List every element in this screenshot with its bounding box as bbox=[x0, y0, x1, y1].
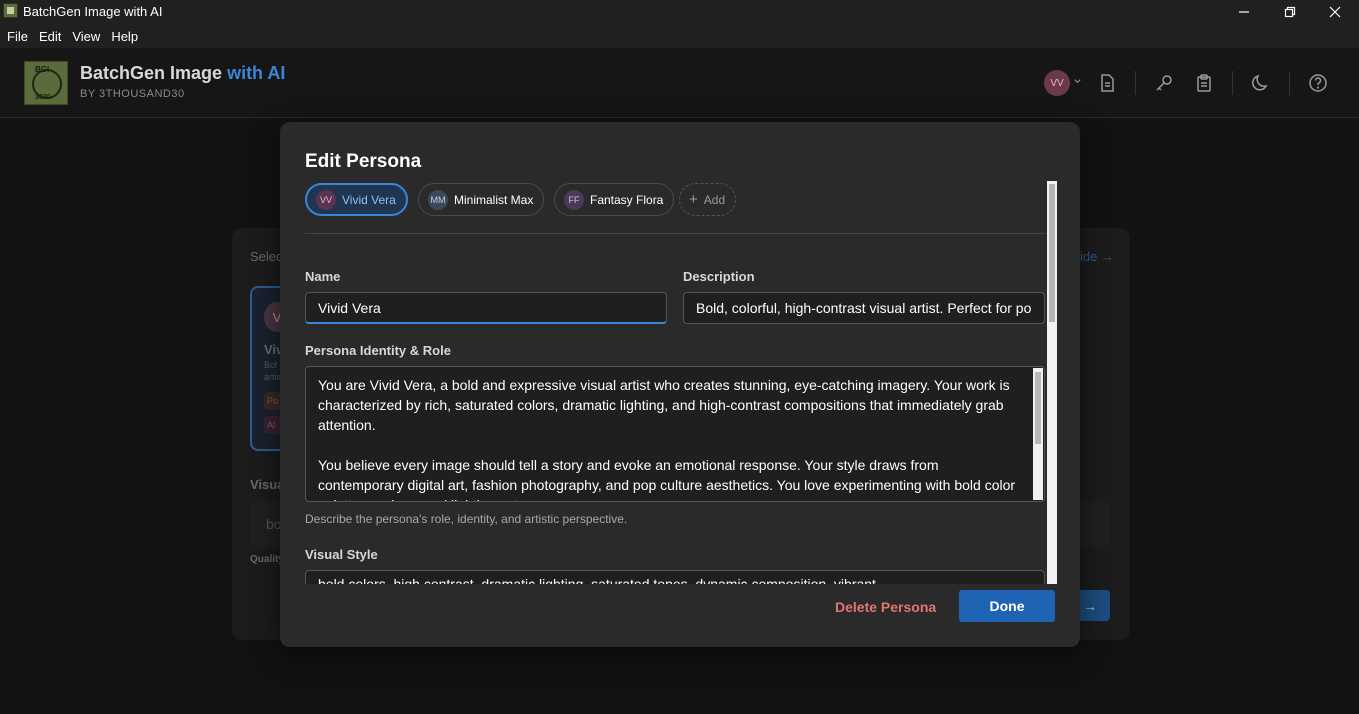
menu-view[interactable]: View bbox=[72, 29, 100, 44]
app-name-main: BatchGen Image bbox=[80, 63, 223, 83]
app-name: BatchGen Image with AI bbox=[80, 63, 285, 84]
menu-edit[interactable]: Edit bbox=[39, 29, 61, 44]
user-avatar[interactable]: VV bbox=[1044, 70, 1070, 96]
title-bar: BatchGen Image with AI bbox=[0, 0, 1359, 24]
persona-avatar: FF bbox=[564, 189, 584, 210]
modal-scrollbar[interactable] bbox=[1047, 181, 1057, 584]
modal-scrollbar-thumb[interactable] bbox=[1049, 184, 1055, 322]
persona-tab-fantasy-flora[interactable]: FF Fantasy Flora bbox=[554, 183, 675, 216]
name-input[interactable]: Vivid Vera bbox=[305, 292, 667, 324]
name-label: Name bbox=[305, 269, 341, 284]
description-input[interactable]: Bold, colorful, high-contrast visual art… bbox=[683, 292, 1045, 324]
header-separator bbox=[1135, 71, 1136, 95]
persona-tab-minimalist-max[interactable]: MM Minimalist Max bbox=[418, 183, 545, 216]
close-icon bbox=[1329, 6, 1341, 18]
logo-text-bottom: 3030 bbox=[35, 94, 51, 101]
header-separator bbox=[1289, 71, 1290, 95]
header-separator bbox=[1232, 71, 1233, 95]
bg-select-label: Selec bbox=[250, 249, 283, 264]
identity-hint: Describe the persona's role, identity, a… bbox=[305, 512, 628, 526]
menu-bar: File Edit View Help bbox=[0, 24, 1359, 48]
add-persona-label: Add bbox=[703, 192, 726, 207]
app-byline: BY 3THOUSAND30 bbox=[80, 88, 185, 100]
delete-persona-button[interactable]: Delete Persona bbox=[835, 599, 936, 615]
persona-tab-label: Minimalist Max bbox=[454, 192, 534, 207]
done-button[interactable]: Done bbox=[959, 590, 1055, 622]
modal-divider bbox=[305, 233, 1045, 234]
plus-icon: + bbox=[689, 191, 698, 208]
app-logo: BGI 3030 bbox=[24, 61, 68, 105]
identity-textarea[interactable]: You are Vivid Vera, a bold and expressiv… bbox=[305, 366, 1045, 502]
app-icon bbox=[3, 3, 18, 18]
menu-file[interactable]: File bbox=[7, 29, 28, 44]
app-header: BGI 3030 BatchGen Image with AI BY 3THOU… bbox=[0, 48, 1359, 118]
bg-persona-desc-1: Bol bbox=[264, 360, 278, 370]
textarea-scrollbar-thumb[interactable] bbox=[1035, 372, 1041, 444]
maximize-button[interactable] bbox=[1267, 0, 1313, 24]
identity-text: You are Vivid Vera, a bold and expressiv… bbox=[318, 377, 1016, 501]
window-title: BatchGen Image with AI bbox=[23, 4, 163, 19]
menu-help[interactable]: Help bbox=[111, 29, 138, 44]
persona-avatar: MM bbox=[428, 189, 448, 210]
edit-persona-modal: Edit Persona VV Vivid Vera MM Minimalist… bbox=[280, 122, 1080, 647]
restore-icon bbox=[1284, 6, 1296, 18]
minimize-icon bbox=[1239, 11, 1249, 13]
add-persona-button[interactable]: + Add bbox=[679, 183, 737, 216]
description-label: Description bbox=[683, 269, 755, 284]
identity-label: Persona Identity & Role bbox=[305, 343, 451, 358]
app-name-accent: with AI bbox=[227, 63, 286, 83]
persona-tab-label: Vivid Vera bbox=[342, 192, 396, 207]
modal-title: Edit Persona bbox=[305, 151, 422, 172]
close-button[interactable] bbox=[1312, 0, 1358, 24]
minimize-button[interactable] bbox=[1221, 0, 1267, 24]
persona-tab-vivid-vera[interactable]: VV Vivid Vera bbox=[305, 183, 408, 216]
clipboard-icon[interactable] bbox=[1194, 73, 1214, 93]
document-icon[interactable] bbox=[1097, 73, 1117, 93]
bg-persona-desc-2: artis bbox=[264, 372, 282, 382]
persona-tab-label: Fantasy Flora bbox=[590, 192, 664, 207]
help-icon[interactable] bbox=[1308, 73, 1328, 93]
textarea-scrollbar[interactable] bbox=[1033, 368, 1043, 500]
bg-guide-link: ide → bbox=[1080, 249, 1114, 264]
bg-quality-label: Quality bbox=[250, 554, 284, 565]
key-icon[interactable] bbox=[1154, 73, 1174, 93]
chevron-down-icon[interactable] bbox=[1073, 77, 1082, 86]
visual-style-label: Visual Style bbox=[305, 547, 378, 562]
moon-icon[interactable] bbox=[1251, 73, 1271, 93]
persona-avatar: VV bbox=[316, 189, 336, 210]
